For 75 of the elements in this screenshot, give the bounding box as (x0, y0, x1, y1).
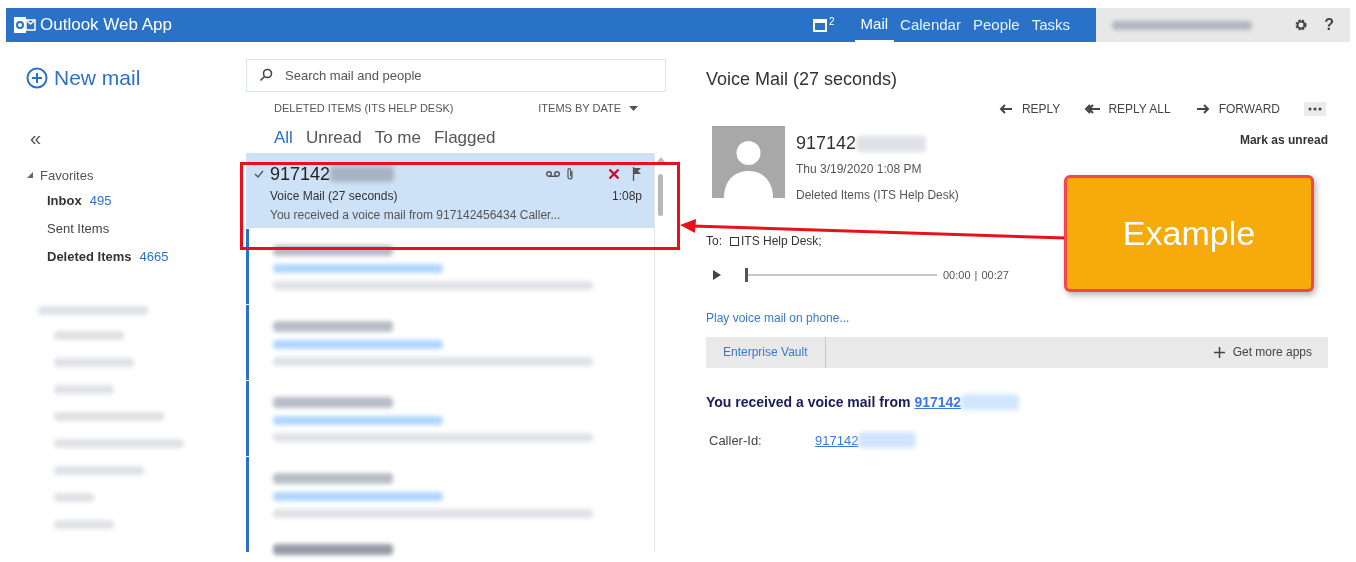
outlook-logo-icon (14, 16, 36, 34)
action-button[interactable]: REPLY ALL (1084, 100, 1171, 118)
caller-id-label: Caller-Id: (709, 431, 763, 450)
get-more-apps-button[interactable]: Get more apps (1213, 343, 1312, 361)
message-subject: Voice Mail (27 seconds) (270, 188, 398, 205)
expanded-triangle-icon[interactable] (26, 171, 34, 180)
nav-link[interactable]: Calendar (894, 8, 967, 42)
filter-tab[interactable]: To me (374, 125, 421, 149)
message-date: Thu 3/19/2020 1:08 PM (796, 161, 923, 178)
calendar-icon[interactable] (813, 18, 827, 32)
callout-label: Example (1064, 175, 1314, 292)
sender-name: 917142 (796, 132, 857, 155)
more-icon (1308, 107, 1322, 111)
paperclip-icon (566, 167, 574, 181)
search-field[interactable]: Search mail and people (246, 59, 666, 92)
sort-dropdown[interactable]: ITEMS BY DATE (538, 99, 638, 117)
favorites-heading[interactable]: Favorites (40, 165, 94, 185)
phone-link[interactable]: 917142 (914, 391, 962, 413)
blurred-text (858, 432, 917, 449)
unread-count: 4665 (139, 247, 169, 266)
blurred-text (54, 493, 94, 502)
audio-progress-thumb[interactable] (745, 268, 748, 283)
message-preview: You received a voice mail from 917142456434 Caller... (269, 207, 562, 224)
message-title: Voice Mail (27 seconds) (706, 68, 899, 91)
play-icon[interactable] (713, 270, 721, 281)
folder-item[interactable]: Deleted Items (47, 246, 132, 267)
collapse-button[interactable]: « (30, 127, 42, 148)
body-heading: You received a voice mail from (706, 392, 911, 412)
new-mail-button[interactable]: New mail (26, 62, 141, 94)
action-button[interactable]: FORWARD (1194, 100, 1280, 118)
caret-icon (629, 105, 638, 111)
to-label: To: (706, 233, 722, 250)
flag-icon[interactable] (632, 167, 642, 181)
message-item[interactable]: 917142 Voice Mail (27 seconds) 1:08p You received a voice mail from 917142456434 Caller... (246, 153, 654, 228)
nav-link[interactable]: People (966, 8, 1026, 42)
check-icon (254, 170, 264, 178)
blurred-text (54, 331, 124, 340)
more-button[interactable] (1304, 102, 1326, 116)
blurred-text (856, 135, 927, 152)
blurred-text (54, 520, 114, 529)
action-button[interactable]: REPLY (997, 100, 1061, 118)
search-icon (259, 68, 273, 82)
blurred-text (54, 385, 114, 394)
nav-link[interactable]: Mail (854, 8, 895, 42)
avatar-icon (712, 126, 785, 198)
app-tab[interactable]: Enterprise Vault (706, 336, 826, 368)
app-title: Outlook Web App (40, 14, 172, 37)
blurred-text (330, 166, 395, 182)
scrollbar[interactable] (654, 153, 666, 552)
recipient[interactable]: ITS Help Desk; (730, 232, 822, 250)
total-time: 00:27 (981, 268, 1009, 283)
settings-icon[interactable] (1294, 18, 1309, 32)
folder-item[interactable]: Sent Items (47, 218, 110, 239)
sender-name: 917142 (270, 162, 331, 186)
mark-unread-link[interactable]: Mark as unread (1239, 131, 1328, 149)
delete-icon[interactable] (608, 168, 620, 180)
play-on-phone-link[interactable]: Play voice mail on phone... (706, 308, 1328, 327)
elapsed-time: 00:00 (943, 268, 971, 283)
voicemail-icon (546, 170, 560, 178)
folder-item[interactable]: Inbox (47, 190, 82, 211)
help-button[interactable]: ? (1324, 13, 1334, 37)
message-time: 1:08p (611, 188, 642, 205)
time-separator: | (974, 268, 978, 283)
filter-tab[interactable]: Unread (305, 125, 362, 149)
plus-icon (1213, 346, 1225, 358)
notification-count: 2 (829, 15, 835, 29)
blurred-text (961, 394, 1020, 410)
filter-tab[interactable]: All (274, 125, 293, 149)
folder-path: DELETED ITEMS (ITS HELP DESK) (274, 100, 454, 116)
filter-tab[interactable]: Flagged (433, 125, 496, 149)
plus-circle-icon (26, 66, 48, 89)
unread-count: 495 (89, 191, 112, 210)
message-folder: Deleted Items (ITS Help Desk) (796, 187, 959, 204)
nav-link[interactable]: Tasks (1025, 8, 1076, 42)
phone-link[interactable]: 917142 (815, 430, 859, 450)
